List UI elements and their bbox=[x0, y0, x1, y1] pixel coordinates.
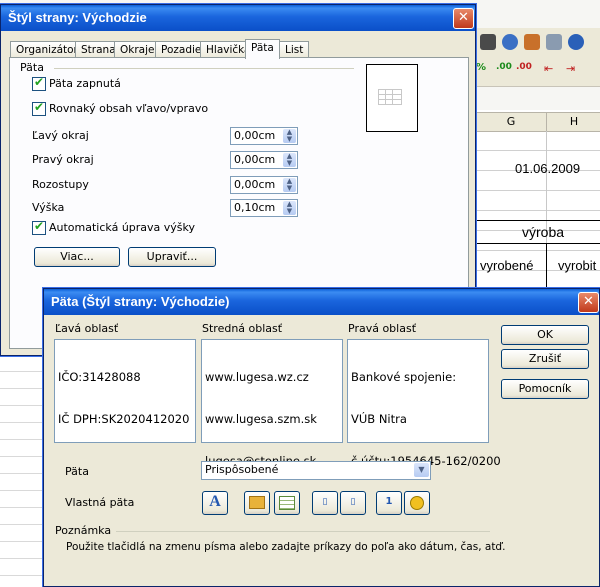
footer-dialog-title: Päta (Štýl strany: Východzie) bbox=[44, 289, 599, 315]
spacing-label: Rozostupy bbox=[32, 178, 89, 191]
grid-lines bbox=[474, 131, 600, 311]
file-name-icon[interactable] bbox=[244, 491, 270, 515]
center-area-line: www.lugesa.szm.sk bbox=[205, 412, 317, 426]
tab-pata[interactable]: Päta bbox=[245, 39, 280, 59]
center-area-label: Stredná oblasť bbox=[202, 322, 283, 335]
vyrobit-cell[interactable]: vyrobit bbox=[558, 258, 596, 273]
spacing-stepper[interactable]: 0,00cm ▲ ▼ bbox=[230, 176, 298, 194]
tab-list[interactable]: List bbox=[279, 41, 310, 58]
database-icon[interactable] bbox=[546, 34, 562, 50]
left-margin-stepper[interactable]: 0,00cm ▲ ▼ bbox=[230, 127, 298, 145]
tab-organizator[interactable]: Organizátor bbox=[10, 41, 84, 58]
footer-select[interactable]: Prispôsobené ▼ bbox=[201, 461, 431, 480]
date-cell[interactable]: 01.06.2009 bbox=[515, 161, 580, 176]
note-text: Použite tlačidlá na zmenu písma alebo za… bbox=[66, 541, 506, 553]
autofit-label: Automatická úprava výšky bbox=[49, 221, 196, 234]
binoculars-icon[interactable] bbox=[480, 34, 496, 50]
height-label: Výška bbox=[32, 201, 65, 214]
text-attributes-icon[interactable]: A bbox=[202, 491, 228, 515]
vyroba-cell[interactable]: výroba bbox=[522, 224, 564, 240]
add-decimal-icon[interactable]: .00 bbox=[496, 62, 512, 72]
footer-on-label: Päta zapnutá bbox=[49, 77, 121, 90]
delete-decimal-icon[interactable]: .00 bbox=[516, 62, 532, 72]
chevron-down-icon[interactable]: ▼ bbox=[414, 463, 429, 477]
increase-indent-icon[interactable]: ⇥ bbox=[566, 62, 575, 75]
zoom-icon[interactable] bbox=[568, 34, 584, 50]
height-stepper[interactable]: 0,10cm ▲ ▼ bbox=[230, 199, 298, 217]
spin-arrows-icon[interactable]: ▲ ▼ bbox=[283, 178, 296, 192]
autofit-checkbox[interactable] bbox=[32, 219, 46, 235]
center-area-line: www.lugesa.wz.cz bbox=[205, 370, 309, 384]
vyrobene-cell[interactable]: vyrobené bbox=[480, 258, 533, 273]
spacing-value: 0,00cm bbox=[234, 178, 276, 191]
table-icon bbox=[378, 89, 402, 105]
right-margin-value: 0,00cm bbox=[234, 153, 276, 166]
left-margin-value: 0,00cm bbox=[234, 129, 276, 142]
ok-button[interactable]: OK bbox=[501, 325, 589, 345]
spin-arrows-icon[interactable]: ▲ ▼ bbox=[283, 201, 296, 215]
page-preview bbox=[366, 64, 418, 132]
cell-border bbox=[474, 243, 600, 244]
help-button[interactable]: Pomocník bbox=[501, 379, 589, 399]
edit-button[interactable]: Upraviť... bbox=[128, 247, 216, 267]
close-icon[interactable]: ✕ bbox=[453, 8, 474, 29]
page-style-title: Štýl strany: Východzie bbox=[1, 5, 475, 31]
tab-okraje[interactable]: Okraje bbox=[114, 41, 161, 58]
cell-border bbox=[546, 243, 547, 288]
column-header-h[interactable]: H bbox=[546, 112, 600, 132]
cancel-button[interactable]: Zrušiť bbox=[501, 349, 589, 369]
total-pages-icon[interactable]: ▯ bbox=[340, 491, 366, 515]
footer-select-value: Prispôsobené bbox=[205, 463, 279, 476]
spreadsheet-toolbar: % .00 .00 ⇤ ⇥ bbox=[474, 28, 600, 87]
left-area-line: IČ DPH:SK2020412020 bbox=[58, 412, 190, 426]
gallery-icon[interactable] bbox=[524, 34, 540, 50]
cell-border bbox=[474, 220, 600, 221]
custom-footer-label: Vlastná päta bbox=[65, 496, 135, 509]
clock-icon[interactable] bbox=[404, 491, 430, 515]
left-area-line: IČO:31428088 bbox=[58, 370, 141, 384]
right-area-line: VÚB Nitra bbox=[351, 412, 407, 426]
navigator-icon[interactable] bbox=[502, 34, 518, 50]
same-content-checkbox[interactable] bbox=[32, 100, 46, 116]
same-content-label: Rovnaký obsah vľavo/vpravo bbox=[49, 102, 209, 115]
center-area-field[interactable]: www.lugesa.wz.cz www.lugesa.szm.sk luges… bbox=[201, 339, 343, 468]
left-margin-label: Ľavý okraj bbox=[32, 129, 89, 142]
sheet-name-icon[interactable] bbox=[274, 491, 300, 515]
page-number-icon[interactable]: ▯ bbox=[312, 491, 338, 515]
right-area-field[interactable]: Bankové spojenie: VÚB Nitra č.účtu:19546… bbox=[347, 339, 501, 468]
footer-on-checkbox[interactable] bbox=[32, 75, 46, 91]
spin-arrows-icon[interactable]: ▲ ▼ bbox=[283, 129, 296, 143]
date-icon[interactable]: 1 bbox=[376, 491, 402, 515]
height-value: 0,10cm bbox=[234, 201, 276, 214]
column-header-g[interactable]: G bbox=[474, 112, 548, 132]
footer-dialog: Päta (Štýl strany: Východzie) ✕ Ľavá obl… bbox=[43, 288, 600, 587]
divider bbox=[54, 68, 354, 69]
right-margin-label: Pravý okraj bbox=[32, 153, 94, 166]
left-area-field[interactable]: IČO:31428088 IČ DPH:SK2020412020 bbox=[54, 339, 196, 443]
note-label: Poznámka bbox=[55, 524, 112, 537]
right-area-label: Pravá oblasť bbox=[348, 322, 417, 335]
footer-label: Päta bbox=[65, 465, 89, 478]
spreadsheet-rows-left bbox=[0, 355, 45, 587]
more-button[interactable]: Viac... bbox=[34, 247, 120, 267]
left-area-label: Ľavá oblasť bbox=[55, 322, 119, 335]
divider bbox=[116, 531, 490, 532]
spin-arrows-icon[interactable]: ▲ ▼ bbox=[283, 153, 296, 167]
close-icon[interactable]: ✕ bbox=[578, 292, 599, 313]
decrease-indent-icon[interactable]: ⇤ bbox=[544, 62, 553, 75]
right-margin-stepper[interactable]: 0,00cm ▲ ▼ bbox=[230, 151, 298, 169]
right-area-line: Bankové spojenie: bbox=[351, 370, 457, 384]
percent-icon[interactable]: % bbox=[476, 62, 486, 73]
section-label: Päta bbox=[20, 61, 44, 74]
